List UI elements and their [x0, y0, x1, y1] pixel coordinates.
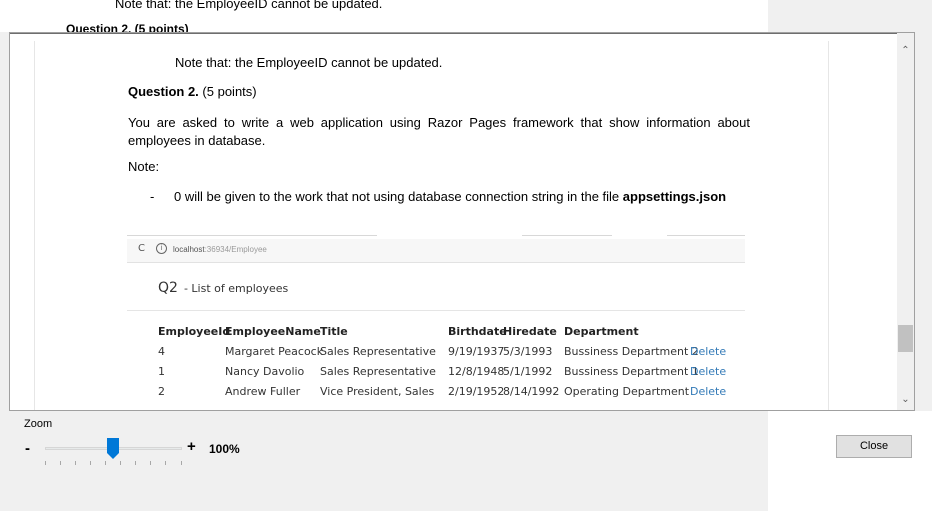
cell-birthdate: 9/19/1937: [448, 345, 505, 358]
background-margin: [768, 0, 932, 32]
vertical-scrollbar[interactable]: ⌃ ⌄: [897, 33, 914, 410]
embedded-page-title: Q2 - List of employees: [158, 280, 288, 296]
dialog-margin: [768, 411, 932, 511]
cell-department: Bussiness Department 2: [564, 345, 699, 358]
cell-title: Vice President, Sales: [320, 385, 435, 398]
header-birthdate: Birthdate: [448, 325, 507, 338]
cell-hiredate: 5/3/1993: [503, 345, 553, 358]
cell-department: Operating Department: [564, 385, 690, 398]
chevron-up-icon[interactable]: ⌃: [897, 42, 914, 59]
cell-department: Bussiness Department 1: [564, 365, 699, 378]
question-heading: Question 2. (5 points): [128, 84, 257, 99]
bullet-text: 0 will be given to the work that not usi…: [174, 189, 726, 204]
cell-title: Sales Representative: [320, 365, 436, 378]
delete-link: Delete: [690, 385, 727, 398]
delete-link: Delete: [690, 345, 727, 358]
cell-id: 4: [158, 345, 165, 358]
close-button[interactable]: Close: [836, 435, 912, 458]
question-points: (5 points): [202, 84, 257, 99]
browser-address-bar: C i localhost:36934/Employee: [127, 239, 745, 263]
zoom-in-button[interactable]: +: [187, 438, 196, 455]
bullet-text-bold: appsettings.json: [622, 189, 727, 204]
note-label: Note:: [128, 159, 160, 174]
zoom-percentage: 100%: [209, 442, 240, 456]
header-employee-id: EmployeeId: [158, 325, 231, 338]
preview-canvas: Note that: the EmployeeID cannot be upda…: [10, 33, 897, 410]
cell-birthdate: 2/19/1952: [448, 385, 505, 398]
cell-id: 2: [158, 385, 165, 398]
chevron-down-icon[interactable]: ⌄: [897, 391, 914, 408]
cell-name: Andrew Fuller: [225, 385, 301, 398]
zoom-slider-thumb[interactable]: [107, 438, 119, 459]
cell-hiredate: 8/14/1992: [503, 385, 560, 398]
zoom-dialog: Note that: the EmployeeID cannot be upda…: [0, 0, 932, 511]
cell-id: 1: [158, 365, 165, 378]
background-note-text: Note that: the EmployeeID cannot be upda…: [115, 0, 383, 11]
header-title: Title: [320, 325, 348, 338]
embedded-title-main: Q2: [158, 280, 178, 296]
browser-url: localhost:36934/Employee: [173, 245, 267, 254]
info-icon: i: [156, 243, 167, 254]
delete-link: Delete: [690, 365, 727, 378]
zoom-label: Zoom: [24, 418, 53, 430]
cell-birthdate: 12/8/1948: [448, 365, 505, 378]
background-question-text: Question 2. (5 points): [66, 22, 189, 32]
header-employee-name: EmployeeName: [225, 325, 321, 338]
url-host: localhost: [173, 245, 205, 254]
cell-name: Nancy Davolio: [225, 365, 305, 378]
bullet-dash: -: [150, 189, 155, 204]
zoom-slider-ticks: [45, 461, 182, 466]
zoom-out-button[interactable]: -: [25, 440, 30, 457]
bullet-text-plain: 0 will be given to the work that not usi…: [174, 189, 620, 204]
cell-title: Sales Representative: [320, 345, 436, 358]
embedded-divider: [127, 310, 745, 311]
scrollbar-thumb[interactable]: [898, 325, 913, 352]
cell-hiredate: 5/1/1992: [503, 365, 553, 378]
question-paragraph: You are asked to write a web application…: [128, 115, 750, 148]
background-document: Note that: the EmployeeID cannot be upda…: [0, 0, 768, 32]
note-text: Note that: the EmployeeID cannot be upda…: [175, 55, 443, 70]
question-title: Question 2.: [128, 84, 199, 99]
header-department: Department: [564, 325, 639, 338]
zoom-preview-pane[interactable]: Note that: the EmployeeID cannot be upda…: [9, 32, 915, 411]
embedded-title-sub: - List of employees: [183, 282, 289, 295]
embedded-browser-screenshot: C i localhost:36934/Employee Q2 - List of…: [127, 235, 745, 410]
reload-icon: C: [138, 243, 145, 254]
cell-name: Margaret Peacock: [225, 345, 324, 358]
header-hiredate: Hiredate: [503, 325, 557, 338]
url-path: :36934/Employee: [204, 245, 267, 254]
